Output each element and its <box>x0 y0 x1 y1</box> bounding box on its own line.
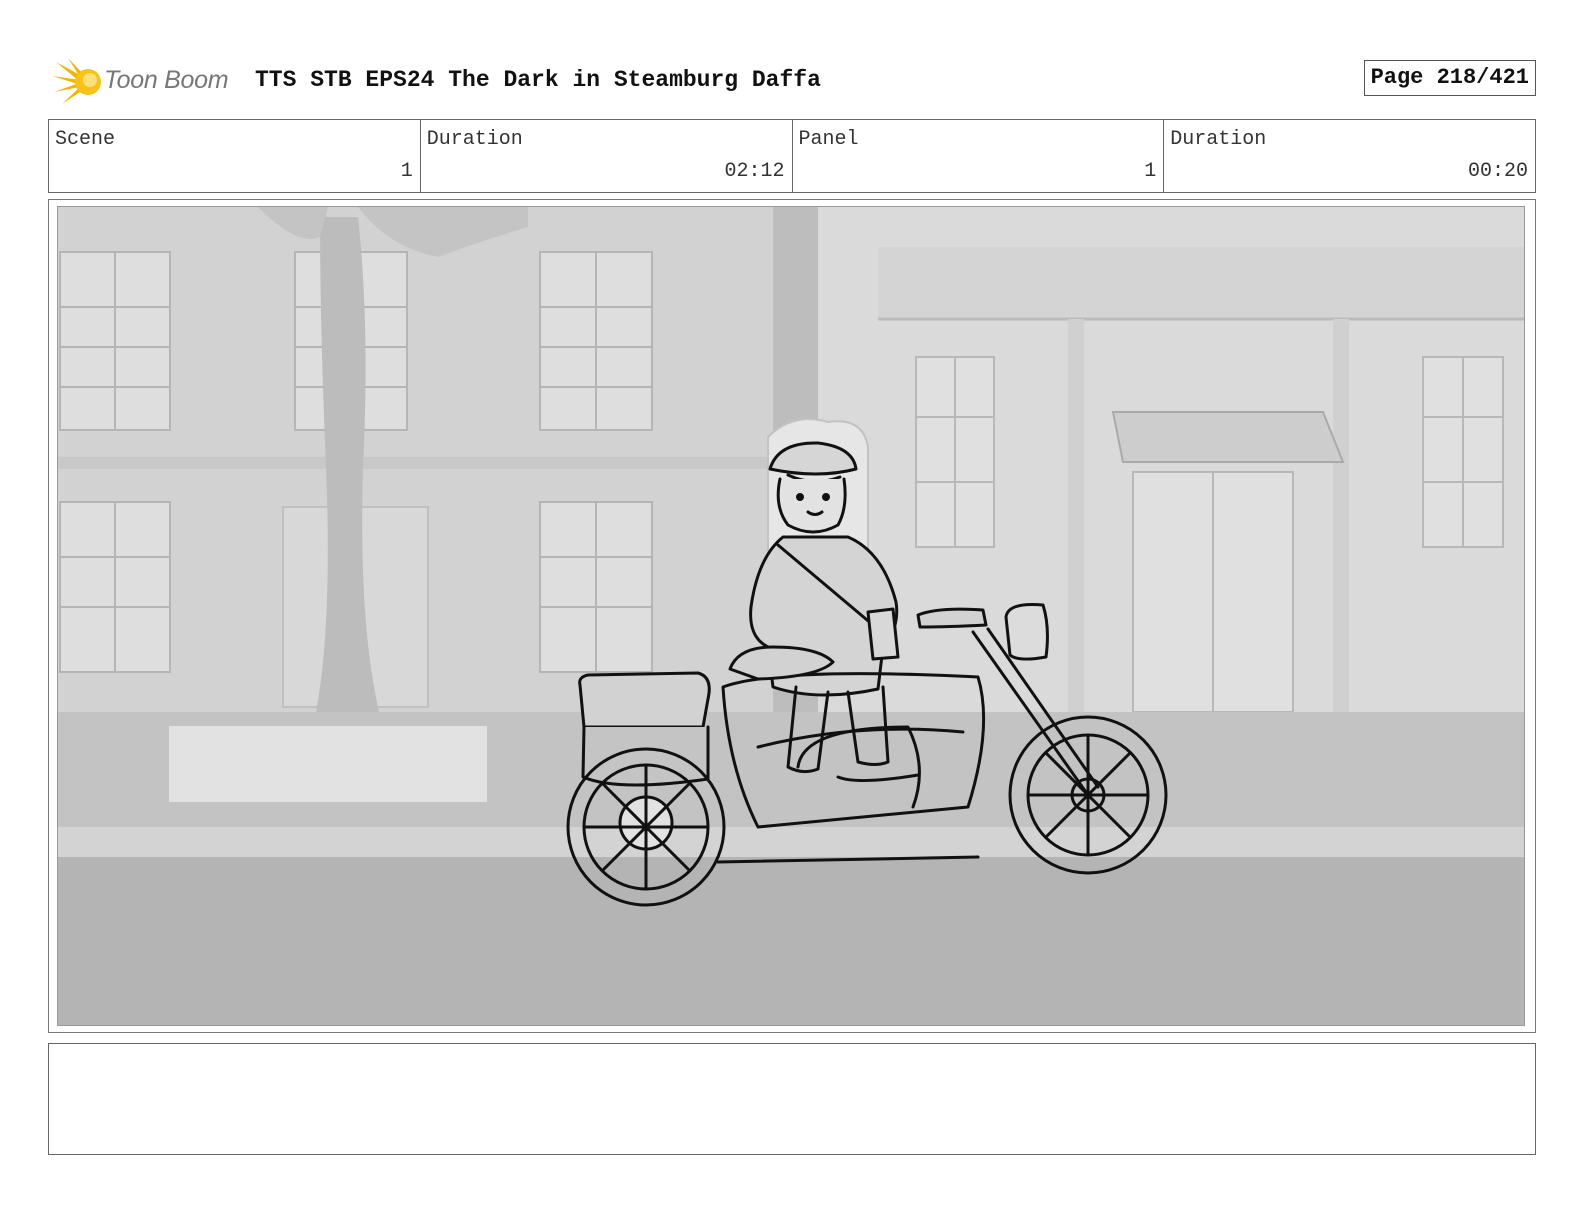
storyboard-panel-image <box>57 206 1525 1026</box>
panel-notes-box <box>48 1043 1536 1155</box>
scene-value: 1 <box>400 160 413 183</box>
panel-duration-value: 00:20 <box>1467 160 1528 183</box>
scene-duration-label: Duration <box>426 128 523 151</box>
scene-info-table: Scene 1 Duration 02:12 Panel 1 Duration … <box>48 119 1536 193</box>
panel-duration-label: Duration <box>1170 128 1267 151</box>
panel-cell: Panel 1 <box>793 120 1165 192</box>
curb <box>58 827 1524 857</box>
panel-value: 1 <box>1144 160 1157 183</box>
storyboard-drawing <box>58 207 1524 1025</box>
road <box>58 857 1524 1025</box>
scene-cell: Scene 1 <box>49 120 421 192</box>
starburst-icon <box>52 58 101 104</box>
scene-label: Scene <box>55 128 116 151</box>
panel-duration-cell: Duration 00:20 <box>1164 120 1535 192</box>
panel-label: Panel <box>798 128 859 151</box>
scene-duration-value: 02:12 <box>724 160 785 183</box>
scene-duration-cell: Duration 02:12 <box>421 120 793 192</box>
page-header: Toon Boom TTS STB EPS24 The Dark in Stea… <box>48 52 1536 108</box>
storyboard-panel-frame <box>48 199 1536 1033</box>
document-title: TTS STB EPS24 The Dark in Steamburg Daff… <box>255 67 821 93</box>
tree-planter <box>167 724 489 804</box>
logo-text: Toon Boom <box>104 66 229 94</box>
page-number: Page 218/421 <box>1363 60 1536 96</box>
toon-boom-logo: Toon Boom <box>52 56 242 106</box>
left-building <box>58 207 778 712</box>
